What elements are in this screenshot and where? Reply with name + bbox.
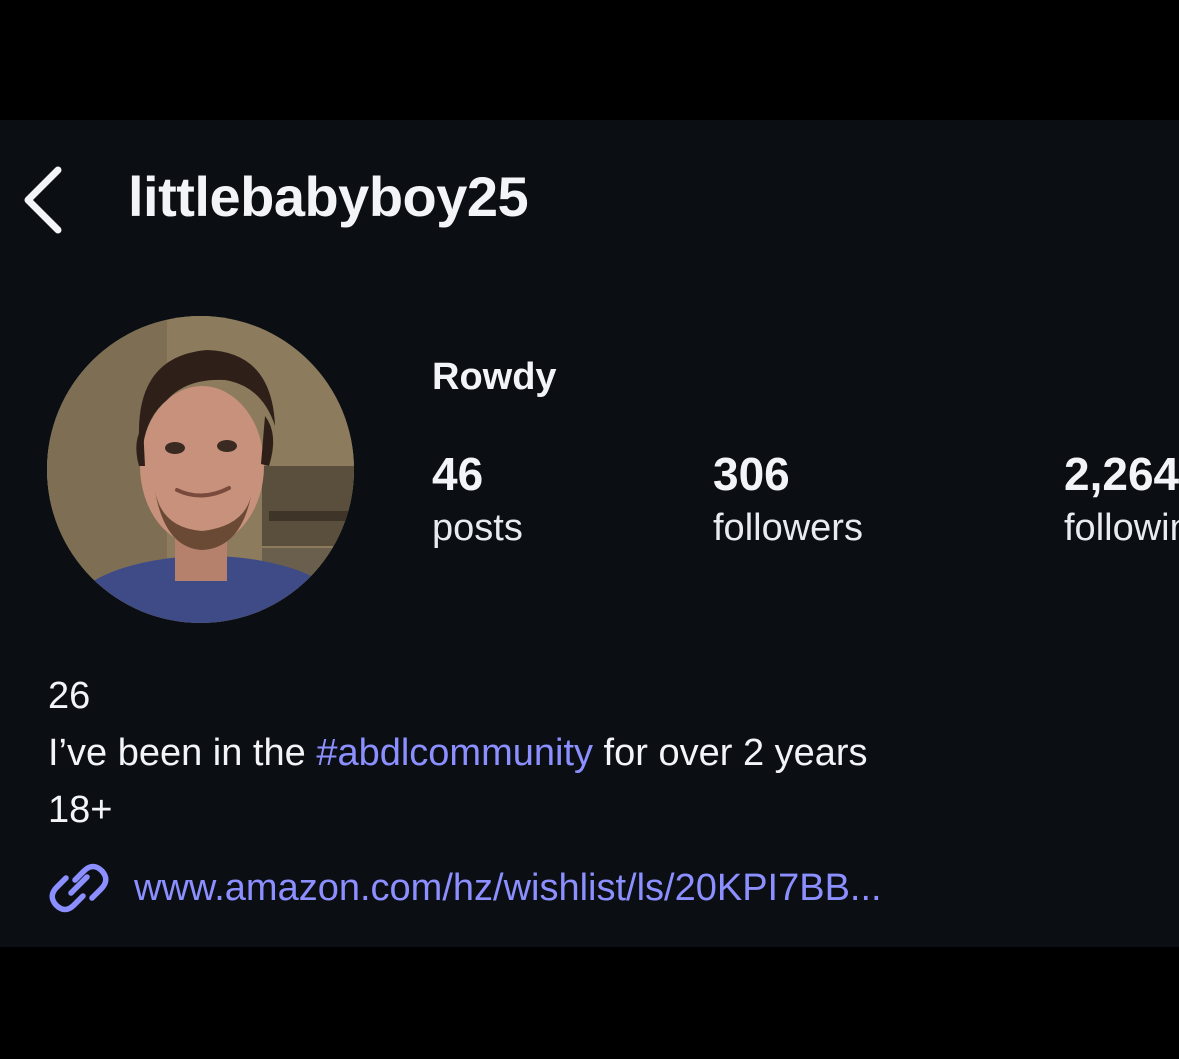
following-count-label: following — [1064, 507, 1179, 549]
posts-count[interactable]: 46 posts — [432, 446, 523, 554]
following-count[interactable]: 2,264 following — [1064, 446, 1179, 554]
bio-line-community: I’ve been in the #abdlcommunity for over… — [48, 725, 868, 782]
followers-count-label: followers — [713, 507, 863, 549]
hashtag-link[interactable]: #abdlcommunity — [316, 732, 593, 774]
profile-screen: littlebabyboy25 Rowdy 46 posts 306 follo… — [0, 120, 1179, 947]
posts-count-value: 46 — [432, 448, 484, 500]
bio-text-suffix: for over 2 years — [593, 732, 868, 774]
avatar[interactable] — [47, 316, 354, 623]
bio-text-prefix: I’ve been in the — [48, 732, 317, 774]
back-button[interactable] — [18, 164, 70, 236]
followers-count-value: 306 — [713, 448, 790, 500]
avatar-photo — [47, 316, 354, 623]
link-icon — [49, 863, 109, 913]
chevron-left-icon — [24, 166, 62, 234]
following-count-value: 2,264 — [1064, 448, 1179, 500]
followers-count[interactable]: 306 followers — [713, 446, 863, 554]
profile-bio: 26 I’ve been in the #abdlcommunity for o… — [48, 668, 868, 839]
bio-line-age-rating: 18+ — [48, 789, 113, 831]
posts-count-label: posts — [432, 507, 523, 549]
display-name: Rowdy — [432, 356, 557, 398]
bio-line-age: 26 — [48, 675, 91, 717]
link-url: www.amazon.com/hz/wishlist/ls/20KPI7BB..… — [134, 866, 882, 909]
bio-external-link[interactable]: www.amazon.com/hz/wishlist/ls/20KPI7BB..… — [48, 860, 882, 916]
profile-username: littlebabyboy25 — [128, 165, 529, 228]
